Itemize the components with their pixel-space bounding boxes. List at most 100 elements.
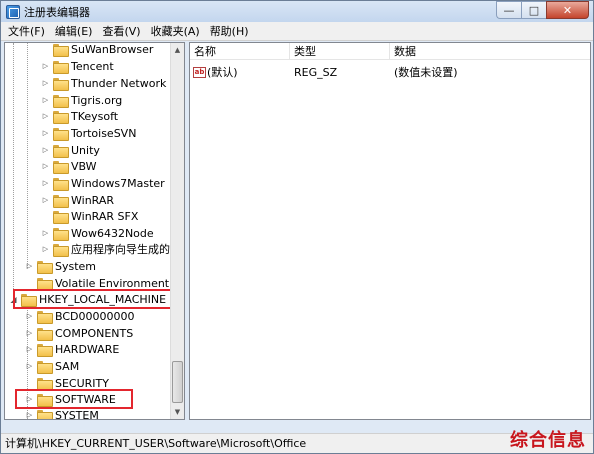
tree-guide-line xyxy=(13,43,14,295)
status-bar: 计算机\HKEY_CURRENT_USER\Software\Microsoft… xyxy=(1,433,593,453)
expand-arrow-icon[interactable]: ▷ xyxy=(41,179,50,188)
menu-help[interactable]: 帮助(H) xyxy=(205,22,254,41)
tree-item-label: WinRAR xyxy=(71,193,115,207)
tree-item[interactable]: ▷ Windows7Master xyxy=(41,175,165,191)
menu-edit[interactable]: 编辑(E) xyxy=(50,22,98,41)
folder-icon xyxy=(37,343,53,357)
scrollbar-thumb[interactable] xyxy=(172,361,183,403)
tree-item[interactable]: ▷ HARDWARE xyxy=(25,341,119,357)
expand-arrow-icon[interactable]: ▷ xyxy=(41,79,50,88)
tree-item-label: WinRAR SFX xyxy=(71,209,139,223)
expand-arrow-icon[interactable]: ▷ xyxy=(41,162,50,171)
expand-arrow-icon[interactable]: ▷ xyxy=(41,196,50,205)
menu-favorites[interactable]: 收藏夹(A) xyxy=(146,22,205,41)
expand-arrow-icon[interactable]: ▷ xyxy=(41,62,50,71)
tree-item[interactable]: ▷ Tencent xyxy=(41,58,114,74)
list-row[interactable]: ab (默认) REG_SZ (数值未设置) xyxy=(190,64,589,80)
expand-arrow-icon[interactable]: ▷ xyxy=(25,411,34,419)
tree-item[interactable]: ▷ TKeysoft xyxy=(41,108,118,124)
tree-item[interactable]: ▷ VBW xyxy=(41,158,97,174)
scroll-up-arrow-icon[interactable]: ▲ xyxy=(171,43,184,57)
expand-arrow-icon[interactable]: ▷ xyxy=(41,129,50,138)
folder-icon xyxy=(53,227,69,241)
tree-vertical-scrollbar[interactable]: ▲ ▼ xyxy=(170,43,184,419)
tree-item-label: Thunder Network xyxy=(71,76,167,90)
folder-icon xyxy=(53,60,69,74)
tree-item[interactable]: ▷ COMPONENTS xyxy=(25,325,133,341)
tree-item-label: BCD00000000 xyxy=(55,309,135,323)
menu-bar: 文件(F) 编辑(E) 查看(V) 收藏夹(A) 帮助(H) xyxy=(1,22,593,41)
menu-view[interactable]: 查看(V) xyxy=(97,22,145,41)
tree-item[interactable]: ▷ Thunder Network xyxy=(41,75,166,91)
tree-item[interactable]: ▷ Tigris.org xyxy=(41,92,122,108)
value-list[interactable]: 名称 类型 数据 ab (默认) REG_SZ (数值未设置) xyxy=(189,42,591,420)
tree-item[interactable]: ▷ BCD00000000 xyxy=(25,308,135,324)
folder-icon xyxy=(37,260,53,274)
tree-item[interactable]: ▷ WinRAR xyxy=(41,192,114,208)
expand-arrow-icon[interactable]: ▷ xyxy=(25,362,34,371)
title-bar: 注册表编辑器 — □ ✕ xyxy=(1,1,593,22)
tree-item[interactable]: ▷ Unity xyxy=(41,142,100,158)
value-type: REG_SZ xyxy=(294,65,338,79)
tree-item[interactable]: ▷ Wow6432Node xyxy=(41,225,154,241)
expand-arrow-icon[interactable] xyxy=(25,379,34,388)
value-data: (数值未设置) xyxy=(394,66,458,79)
folder-icon xyxy=(37,327,53,341)
expand-arrow-icon[interactable] xyxy=(41,45,50,54)
expand-arrow-icon[interactable]: ▷ xyxy=(25,345,34,354)
expand-arrow-icon[interactable]: ▷ xyxy=(25,312,34,321)
expand-arrow-icon[interactable] xyxy=(41,212,50,221)
tree-item[interactable]: ▷ System xyxy=(25,258,96,274)
value-name: (默认) xyxy=(207,66,238,79)
folder-icon xyxy=(53,94,69,108)
menu-file[interactable]: 文件(F) xyxy=(1,22,50,41)
tree-item-label: COMPONENTS xyxy=(55,326,134,340)
tree-item-label: SYSTEM xyxy=(55,408,99,420)
column-header-name[interactable]: 名称 xyxy=(190,43,290,60)
folder-icon xyxy=(37,277,53,291)
minimize-button[interactable]: — xyxy=(496,1,521,19)
expand-arrow-icon[interactable]: ▷ xyxy=(41,96,50,105)
folder-icon xyxy=(53,127,69,141)
column-header-data[interactable]: 数据 xyxy=(390,43,589,60)
expand-arrow-icon[interactable]: ▷ xyxy=(41,112,50,121)
tree-item-label: VBW xyxy=(71,159,97,173)
scroll-down-arrow-icon[interactable]: ▼ xyxy=(171,405,184,419)
folder-icon xyxy=(53,177,69,191)
tree-item[interactable]: SuWanBrowser xyxy=(41,42,154,57)
tree-item[interactable]: ▷ SAM xyxy=(25,358,79,374)
folder-icon xyxy=(37,360,53,374)
column-header-type[interactable]: 类型 xyxy=(290,43,390,60)
tree-item-label: TortoiseSVN xyxy=(71,126,137,140)
tree-item-label: System xyxy=(55,259,97,273)
tree-item[interactable]: ▷ TortoiseSVN xyxy=(41,125,136,141)
folder-icon xyxy=(37,377,53,391)
window-title: 注册表编辑器 xyxy=(24,5,90,19)
maximize-button[interactable]: □ xyxy=(521,1,546,19)
expand-arrow-icon[interactable]: ▷ xyxy=(41,146,50,155)
expand-arrow-icon[interactable]: ▷ xyxy=(25,262,34,271)
expand-arrow-icon[interactable]: ▷ xyxy=(41,229,50,238)
tree-item-label: Tencent xyxy=(71,59,114,73)
tree-item-label: SuWanBrowser xyxy=(71,42,154,56)
expand-arrow-icon[interactable]: ▷ xyxy=(41,245,50,254)
folder-icon xyxy=(53,77,69,91)
list-header: 名称 类型 数据 xyxy=(190,43,590,60)
folder-icon xyxy=(53,110,69,124)
registry-tree[interactable]: SuWanBrowser ▷ Tencent ▷ Thunder Network ▷… xyxy=(4,42,185,420)
highlight-box-hkey-local-machine xyxy=(13,289,174,309)
tree-item-label: Volatile Environment xyxy=(55,276,170,290)
tree-item-label: TKeysoft xyxy=(71,109,119,123)
tree-item-label: 应用程序向导生成的本 xyxy=(71,243,181,256)
value-name-cell: ab (默认) xyxy=(190,64,290,80)
expand-arrow-icon[interactable]: ▷ xyxy=(25,329,34,338)
expand-arrow-icon[interactable] xyxy=(25,279,34,288)
tree-item-label: HARDWARE xyxy=(55,342,120,356)
tree-item[interactable]: ▷ 应用程序向导生成的本 xyxy=(41,241,181,257)
close-button[interactable]: ✕ xyxy=(546,1,589,19)
folder-icon xyxy=(37,310,53,324)
folder-icon xyxy=(53,43,69,57)
folder-icon xyxy=(53,160,69,174)
tree-item[interactable]: WinRAR SFX xyxy=(41,208,138,224)
window-controls: — □ ✕ xyxy=(496,1,589,19)
